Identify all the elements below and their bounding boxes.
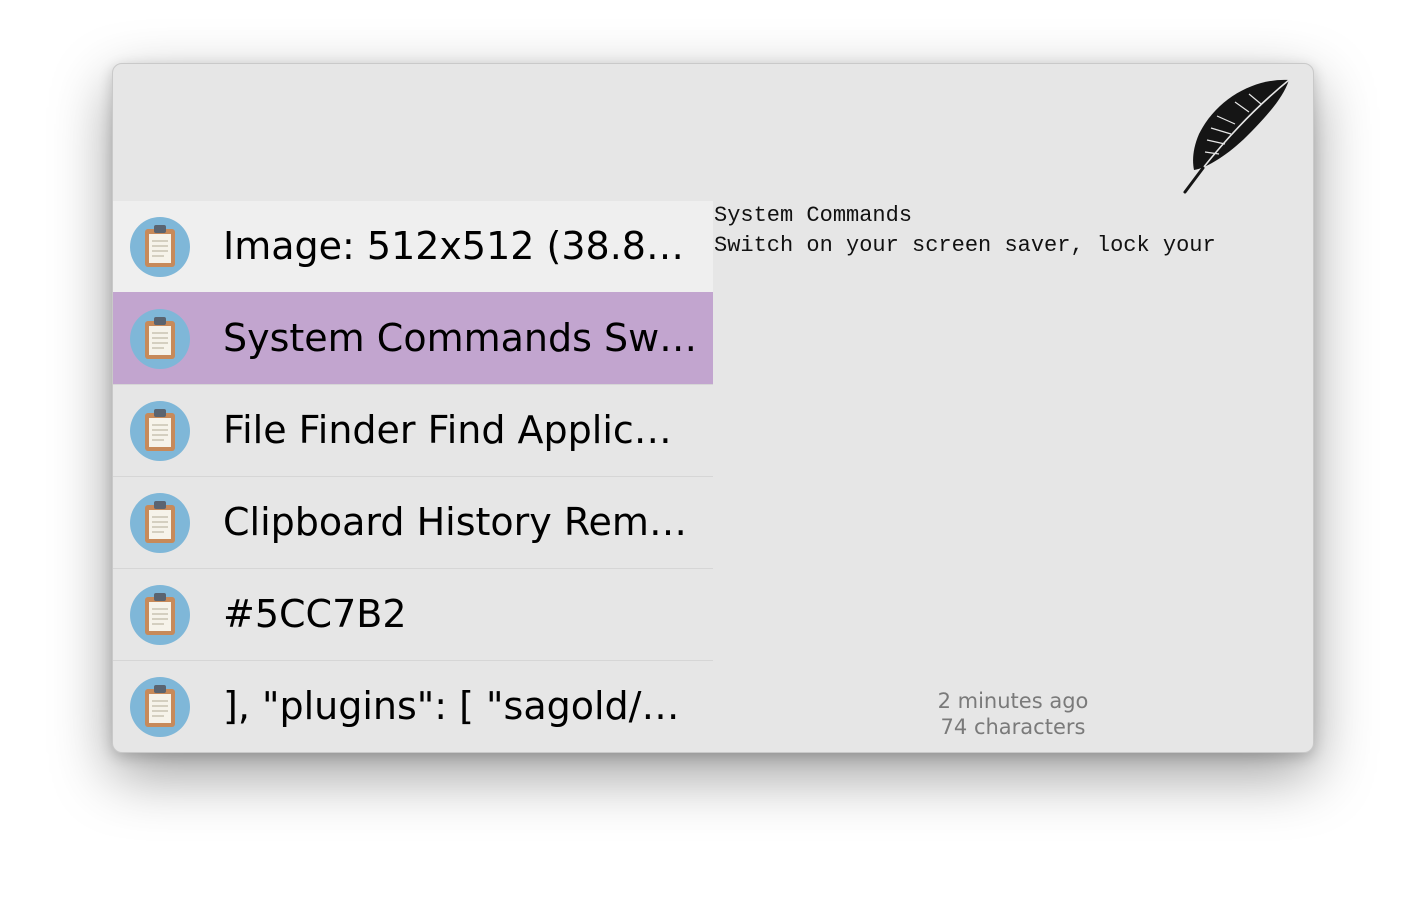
preview-time: 2 minutes ago (937, 689, 1089, 713)
clipboard-icon (130, 677, 190, 737)
result-title: File Finder Find Applic… (223, 408, 672, 452)
clipboard-launcher-window: Image: 512x512 (38.8… System Commands Sw… (112, 63, 1314, 753)
result-item-selected[interactable]: System Commands Swi… (113, 292, 713, 384)
preview-pane: System Commands Switch on your screen sa… (713, 201, 1313, 752)
results-list: Image: 512x512 (38.8… System Commands Sw… (113, 201, 713, 752)
clipboard-icon (130, 217, 190, 277)
clipboard-icon (130, 493, 190, 553)
result-item[interactable]: Image: 512x512 (38.8… (113, 201, 713, 292)
result-item[interactable]: File Finder Find Applic… (113, 384, 713, 476)
result-title: System Commands Swi… (223, 316, 707, 360)
clipboard-icon (130, 309, 190, 369)
preview-text: System Commands Switch on your screen sa… (714, 203, 1216, 258)
result-title: Clipboard History Rem… (223, 500, 687, 544)
feather-icon (1183, 79, 1290, 194)
preview-meta: 2 minutes ago 74 characters (883, 688, 1143, 740)
clipboard-icon (130, 401, 190, 461)
result-title: ], "plugins": [ "sagold/… (223, 684, 680, 728)
preview-character-count: 74 characters (940, 715, 1086, 739)
result-item[interactable]: #5CC7B2 (113, 568, 713, 660)
result-item[interactable]: Clipboard History Rem… (113, 476, 713, 568)
result-item[interactable]: ], "plugins": [ "sagold/… (113, 660, 713, 752)
result-title: Image: 512x512 (38.8… (223, 224, 684, 268)
result-title: #5CC7B2 (223, 592, 407, 636)
clipboard-icon (130, 585, 190, 645)
search-input[interactable] (135, 94, 1195, 168)
